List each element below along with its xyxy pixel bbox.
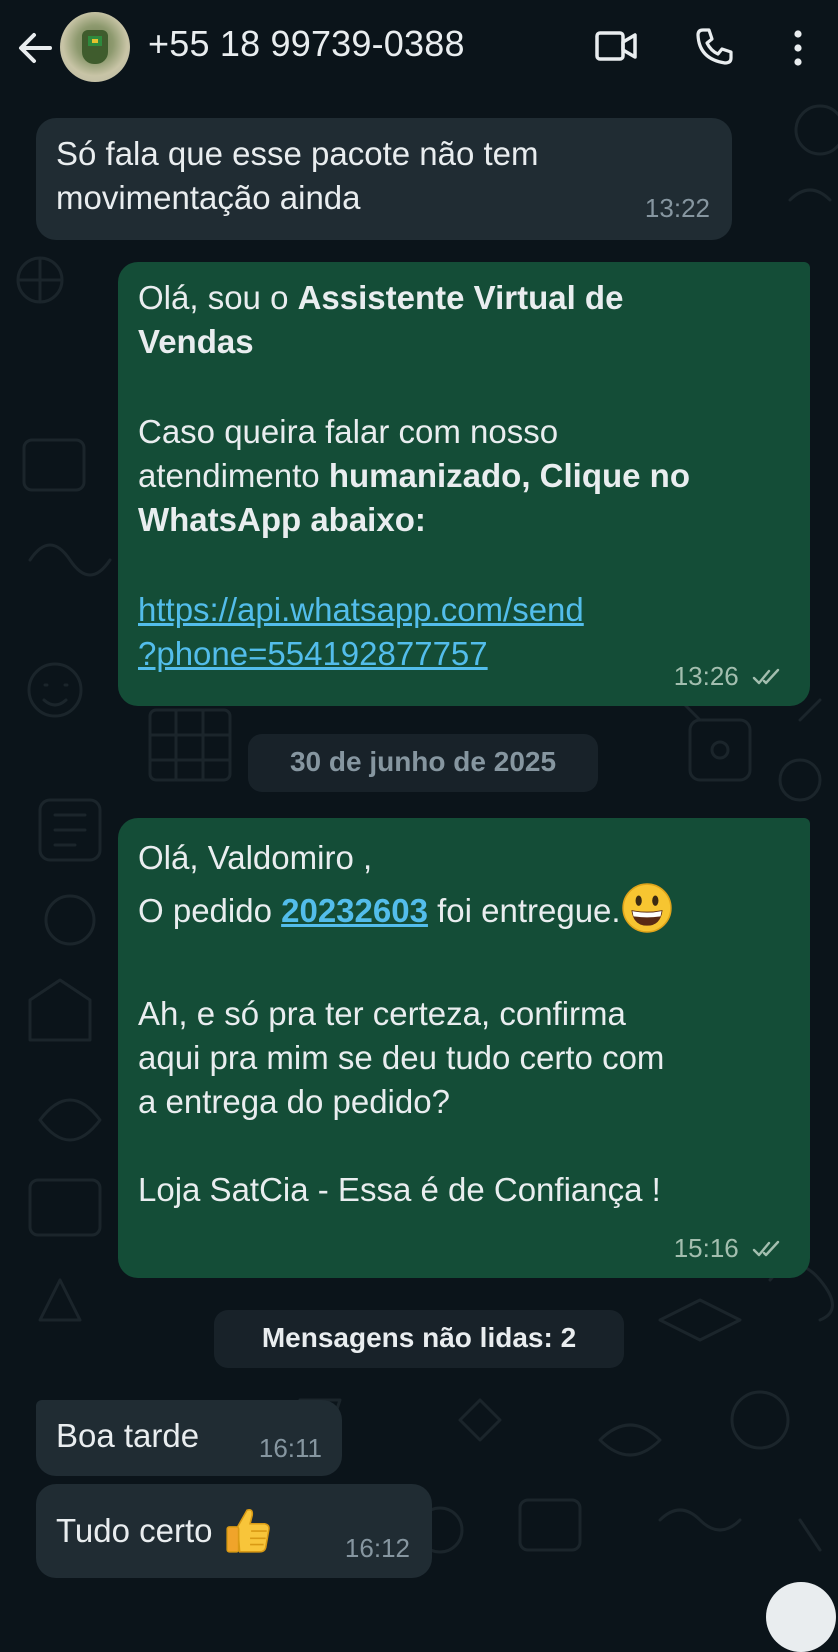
- unread-messages-separator: Mensagens não lidas: 2: [214, 1310, 624, 1368]
- message-text: movimentação ainda: [56, 179, 361, 216]
- order-number-link[interactable]: 20232603: [281, 892, 428, 929]
- message-time: 16:12: [344, 1533, 410, 1563]
- contact-avatar[interactable]: [60, 12, 130, 82]
- message-text: Olá, sou o Assistente Virtual de: [138, 279, 624, 316]
- double-check-icon: [752, 1240, 780, 1257]
- message-time: 15:16: [674, 1226, 784, 1270]
- thumbs-up-icon: [226, 1509, 270, 1553]
- video-call-icon[interactable]: [594, 28, 638, 64]
- message-time: 16:11: [258, 1433, 322, 1463]
- message-text: Caso queira falar com nosso: [138, 413, 559, 450]
- message-text: Vendas: [138, 323, 254, 360]
- message-text: Olá, Valdomiro ,: [138, 839, 373, 876]
- date-separator: 30 de junho de 2025: [248, 734, 598, 792]
- message-text: Loja SatCia - Essa é de Confiança !: [138, 1171, 661, 1208]
- grinning-face-icon: [621, 883, 672, 933]
- message-text: atendimento humanizado, Clique no: [138, 457, 690, 494]
- message-outgoing[interactable]: Olá, Valdomiro , O pedido 20232603 foi e…: [118, 818, 810, 1278]
- message-incoming[interactable]: Tudo certo 16:12: [36, 1484, 432, 1578]
- message-text: aqui pra mim se deu tudo certo com: [138, 1039, 665, 1076]
- message-text: Ah, e só pra ter certeza, confirma: [138, 995, 626, 1032]
- contact-name[interactable]: +55 18 99739-0388: [148, 23, 465, 65]
- message-outgoing[interactable]: Olá, sou o Assistente Virtual de Vendas …: [118, 262, 810, 706]
- message-text: Boa tarde: [56, 1417, 200, 1454]
- message-text: Tudo certo: [56, 1504, 274, 1556]
- message-text: a entrega do pedido?: [138, 1083, 450, 1120]
- message-text: O pedido 20232603 foi entregue.: [138, 882, 673, 934]
- chat-header: +55 18 99739-0388: [0, 0, 838, 96]
- message-incoming[interactable]: Só fala que esse pacote não tem moviment…: [36, 118, 732, 240]
- message-text: Só fala que esse pacote não tem: [56, 135, 539, 172]
- voice-call-icon[interactable]: [694, 26, 734, 66]
- double-check-icon: [752, 668, 780, 685]
- message-text: WhatsApp abaixo:: [138, 501, 426, 538]
- back-arrow-icon[interactable]: [14, 24, 56, 72]
- message-time: 13:26: [674, 654, 784, 698]
- message-time: 13:22: [644, 193, 710, 223]
- message-incoming[interactable]: Boa tarde 16:11: [36, 1400, 342, 1476]
- message-link[interactable]: ?phone=554192877757: [138, 632, 488, 676]
- scroll-to-bottom-button[interactable]: [766, 1582, 836, 1652]
- message-link[interactable]: https://api.whatsapp.com/send: [138, 588, 584, 632]
- more-options-icon[interactable]: [790, 28, 806, 68]
